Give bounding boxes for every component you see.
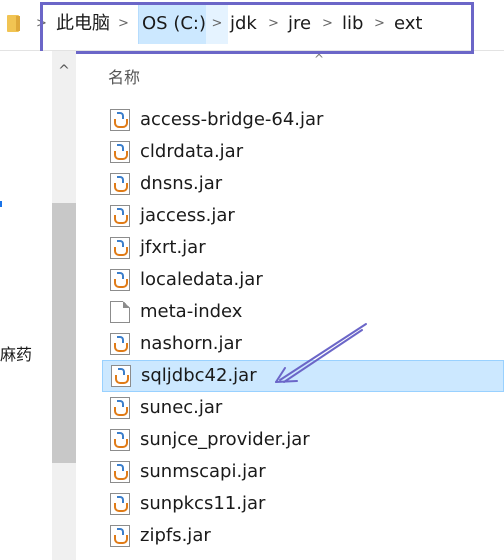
column-header-name[interactable]: 名称 <box>108 64 140 88</box>
jar-file-icon <box>110 173 130 195</box>
sort-ascending-icon: ^ <box>314 52 325 66</box>
file-name: dnsns.jar <box>140 173 223 194</box>
breadcrumb-jdk[interactable]: jdk <box>230 4 257 44</box>
nav-item-label[interactable]: 麻药 <box>0 341 32 365</box>
file-row[interactable]: sunec.jar <box>102 392 504 424</box>
file-row[interactable]: sunpkcs11.jar <box>102 488 504 520</box>
jar-file-icon <box>110 397 130 419</box>
file-row[interactable]: dnsns.jar <box>102 168 504 200</box>
file-row[interactable]: jaccess.jar <box>102 200 504 232</box>
vertical-scrollbar[interactable]: ^ <box>52 51 76 560</box>
file-row[interactable]: zipfs.jar <box>102 520 504 552</box>
jar-file-icon <box>110 333 130 355</box>
file-name: localedata.jar <box>140 269 263 290</box>
file-name: access-bridge-64.jar <box>140 109 324 130</box>
file-row[interactable]: jfxrt.jar <box>102 232 504 264</box>
breadcrumb-separator[interactable]: > <box>374 4 385 44</box>
file-row[interactable]: cldrdata.jar <box>102 136 504 168</box>
file-name: sunjce_provider.jar <box>140 429 310 450</box>
file-name: zipfs.jar <box>140 525 211 546</box>
navigation-pane: 麻药 <box>0 51 52 560</box>
jar-file-icon <box>110 493 130 515</box>
breadcrumb-os-c[interactable]: OS (C:) <box>138 4 210 44</box>
breadcrumb-separator[interactable]: > <box>322 4 333 44</box>
scrollbar-thumb[interactable] <box>52 203 76 463</box>
file-icon <box>110 301 130 323</box>
address-bar[interactable]: > 此电脑 > OS (C:) > jdk > jre > lib > ext <box>0 0 504 51</box>
jar-file-icon <box>111 365 131 387</box>
jar-file-icon <box>110 269 130 291</box>
breadcrumb-lib[interactable]: lib <box>342 4 363 44</box>
breadcrumb-jre[interactable]: jre <box>288 4 311 44</box>
file-name: jfxrt.jar <box>140 237 206 258</box>
file-name: meta-index <box>140 301 243 322</box>
file-name: sunmscapi.jar <box>140 461 266 482</box>
jar-file-icon <box>110 141 130 163</box>
file-name: sqljdbc42.jar <box>141 365 257 386</box>
breadcrumb-separator[interactable]: > <box>206 4 228 44</box>
file-row[interactable]: sunjce_provider.jar <box>102 424 504 456</box>
file-row[interactable]: access-bridge-64.jar <box>102 104 504 136</box>
jar-file-icon <box>110 429 130 451</box>
breadcrumb-separator[interactable]: > <box>36 4 47 44</box>
jar-file-icon <box>110 525 130 547</box>
file-name: cldrdata.jar <box>140 141 244 162</box>
jar-file-icon <box>110 237 130 259</box>
nav-indicator <box>0 201 2 207</box>
jar-file-icon <box>110 109 130 131</box>
file-row[interactable]: meta-index <box>102 296 504 328</box>
file-row[interactable]: nashorn.jar <box>102 328 504 360</box>
file-row[interactable]: sqljdbc42.jar <box>102 360 504 392</box>
file-row[interactable]: sunmscapi.jar <box>102 456 504 488</box>
jar-file-icon <box>110 461 130 483</box>
file-name: nashorn.jar <box>140 333 242 354</box>
scroll-up-icon[interactable]: ^ <box>52 59 76 83</box>
file-name: sunpkcs11.jar <box>140 493 266 514</box>
breadcrumb-separator[interactable]: > <box>268 4 279 44</box>
file-name: jaccess.jar <box>140 205 235 226</box>
file-list: access-bridge-64.jar cldrdata.jar dnsns.ja… <box>102 104 504 552</box>
folder-icon <box>7 15 20 32</box>
breadcrumb-separator[interactable]: > <box>118 4 129 44</box>
jar-file-icon <box>110 205 130 227</box>
breadcrumb-this-pc[interactable]: 此电脑 <box>56 4 110 44</box>
file-name: sunec.jar <box>140 397 223 418</box>
breadcrumb-ext[interactable]: ext <box>394 4 422 44</box>
file-row[interactable]: localedata.jar <box>102 264 504 296</box>
